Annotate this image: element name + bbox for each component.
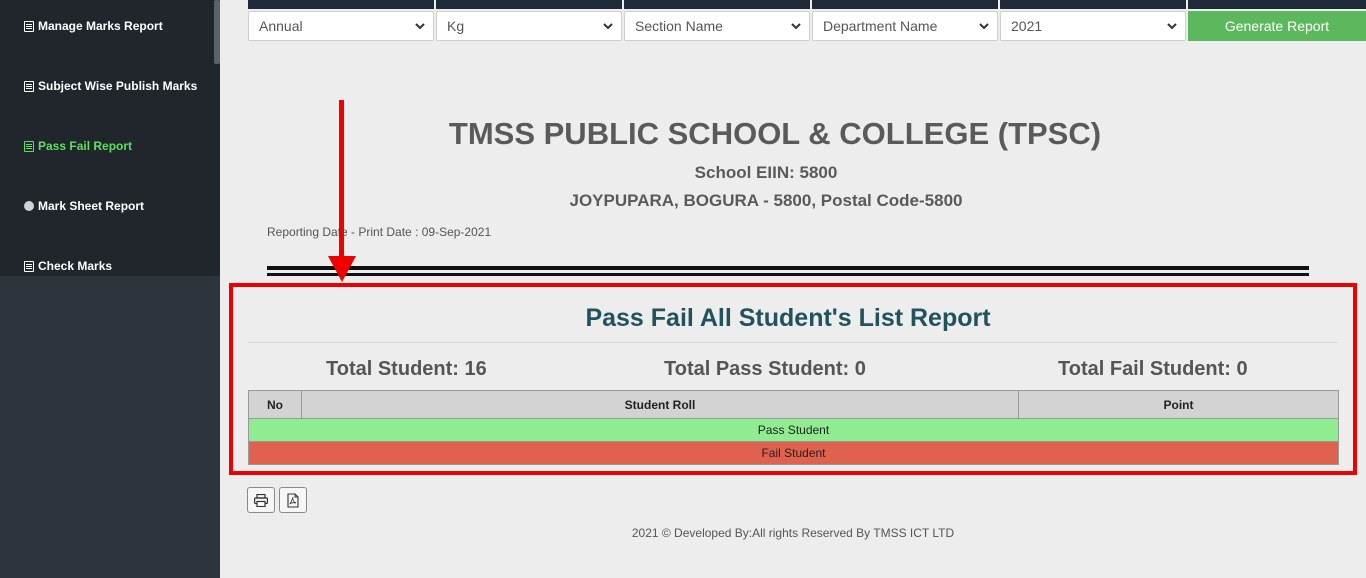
footer-text: 2021 © Developed By:All rights Reserved … — [631, 526, 955, 540]
sidebar-menu: Manage Marks Report Subject Wise Publish… — [0, 0, 220, 276]
department-select-value: Department Name — [823, 18, 938, 34]
document-icon — [24, 80, 34, 92]
school-eiin: School EIIN: 5800 — [694, 163, 838, 182]
sidebar-scrollbar[interactable] — [214, 0, 220, 64]
sidebar-item-label: Mark Sheet Report — [38, 199, 145, 213]
sidebar-item-label: Pass Fail Report — [38, 139, 133, 153]
filter-header-strip — [1188, 0, 1366, 9]
filter-header-strip — [436, 0, 622, 9]
department-select[interactable]: Department Name — [812, 11, 998, 41]
chevron-down-icon — [603, 23, 613, 30]
chevron-down-icon — [791, 23, 801, 30]
document-icon — [24, 20, 34, 32]
annotation-highlight-box — [229, 283, 1357, 475]
header-divider — [267, 266, 1309, 270]
chevron-down-icon — [415, 23, 425, 30]
sidebar-item-label: Manage Marks Report — [38, 19, 163, 33]
sidebar-item-label: Check Marks — [38, 259, 113, 273]
filter-header-strip — [248, 0, 434, 9]
circle-icon — [24, 201, 34, 211]
annotation-arrow-head — [328, 256, 356, 282]
section-select[interactable]: Section Name — [624, 11, 810, 41]
filter-header-strip — [1000, 0, 1186, 9]
chevron-down-icon — [1167, 23, 1177, 30]
generate-report-button[interactable]: Generate Report — [1188, 11, 1366, 41]
filter-header-strip — [812, 0, 998, 9]
sidebar-item-subject-wise-publish-marks[interactable]: Subject Wise Publish Marks — [24, 76, 197, 96]
school-name: TMSS PUBLIC SCHOOL & COLLEGE (TPSC) — [448, 116, 1102, 151]
year-select-value: 2021 — [1011, 18, 1043, 34]
class-select-value: Kg — [447, 18, 465, 34]
reporting-date: Reporting Date - Print Date : 09-Sep-202… — [267, 225, 492, 239]
section-select-value: Section Name — [635, 18, 723, 34]
exam-select-value: Annual — [259, 18, 303, 34]
document-icon — [24, 140, 34, 152]
pdf-export-button[interactable] — [279, 487, 307, 513]
sidebar: Manage Marks Report Subject Wise Publish… — [0, 0, 220, 578]
year-select[interactable]: 2021 — [1000, 11, 1186, 41]
sidebar-item-mark-sheet-report[interactable]: Mark Sheet Report — [24, 196, 144, 216]
exam-select[interactable]: Annual — [248, 11, 434, 41]
sidebar-item-check-marks[interactable]: Check Marks — [24, 256, 112, 276]
sidebar-item-manage-marks-report[interactable]: Manage Marks Report — [24, 16, 163, 36]
annotation-arrow-line — [339, 100, 344, 260]
class-select[interactable]: Kg — [436, 11, 622, 41]
pdf-file-icon — [287, 492, 299, 508]
header-divider — [267, 273, 1309, 276]
printer-icon — [254, 493, 268, 507]
filter-bar: Annual Kg Section Name Department Name 2… — [248, 0, 1366, 44]
sidebar-item-label: Subject Wise Publish Marks — [38, 79, 198, 93]
document-icon — [24, 260, 34, 272]
chevron-down-icon — [979, 23, 989, 30]
filter-header-strip — [624, 0, 810, 9]
school-address: JOYPUPARA, BOGURA - 5800, Postal Code-58… — [569, 191, 963, 210]
print-button[interactable] — [247, 487, 275, 513]
sidebar-item-pass-fail-report[interactable]: Pass Fail Report — [24, 136, 132, 156]
